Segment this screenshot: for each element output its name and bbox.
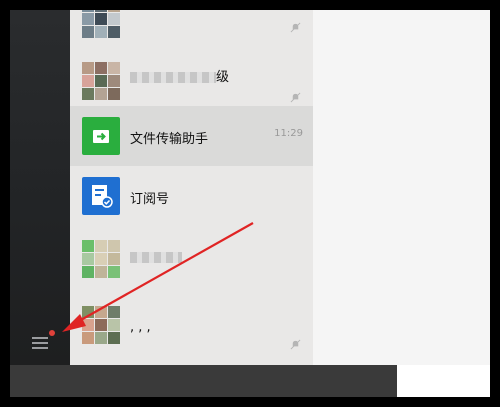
app-window: 级 文件传输助手 11:29 订阅号 , , , <box>10 10 490 397</box>
annotation-arrow <box>62 222 254 332</box>
